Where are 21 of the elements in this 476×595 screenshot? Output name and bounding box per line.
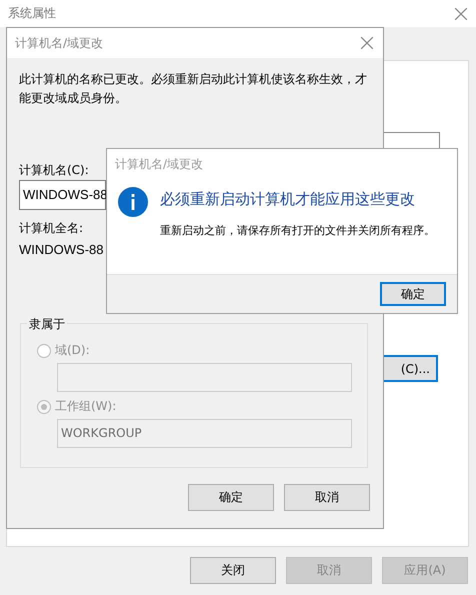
option-label: 工作组(W):: [55, 398, 116, 415]
option-label: 域(D):: [55, 342, 90, 359]
dialog-button[interactable]: 取消: [284, 484, 370, 511]
computer-name-field[interactable]: WINDOWS-88: [19, 180, 106, 210]
dialog-message: 此计算机的名称已更改。必须重新启动此计算机使该名称生效，才能更改域成员身份。: [19, 71, 368, 107]
message-heading: 必须重新启动计算机才能应用这些更改: [160, 190, 416, 209]
full-name-value: WINDOWS-88: [19, 242, 104, 257]
dialog-button[interactable]: 确定: [188, 484, 274, 511]
input-field[interactable]: [57, 363, 352, 392]
message-box-title: 计算机名/域更改: [114, 156, 204, 173]
window-title: 系统属性: [8, 5, 56, 22]
group-label: 隶属于: [27, 316, 67, 333]
message-text: 重新启动之前，请保存所有打开的文件并关闭所有程序。: [160, 223, 436, 239]
info-icon: [118, 187, 148, 217]
dialog-button[interactable]: 关闭: [190, 557, 276, 584]
ok-button[interactable]: 确定: [380, 282, 446, 306]
full-name-label: 计算机全名:: [19, 220, 84, 237]
computer-name-label: 计算机名(C):: [19, 162, 89, 179]
close-icon[interactable]: [455, 8, 467, 20]
dialog-title: 计算机名/域更改: [15, 34, 104, 52]
close-icon[interactable]: [361, 37, 373, 49]
